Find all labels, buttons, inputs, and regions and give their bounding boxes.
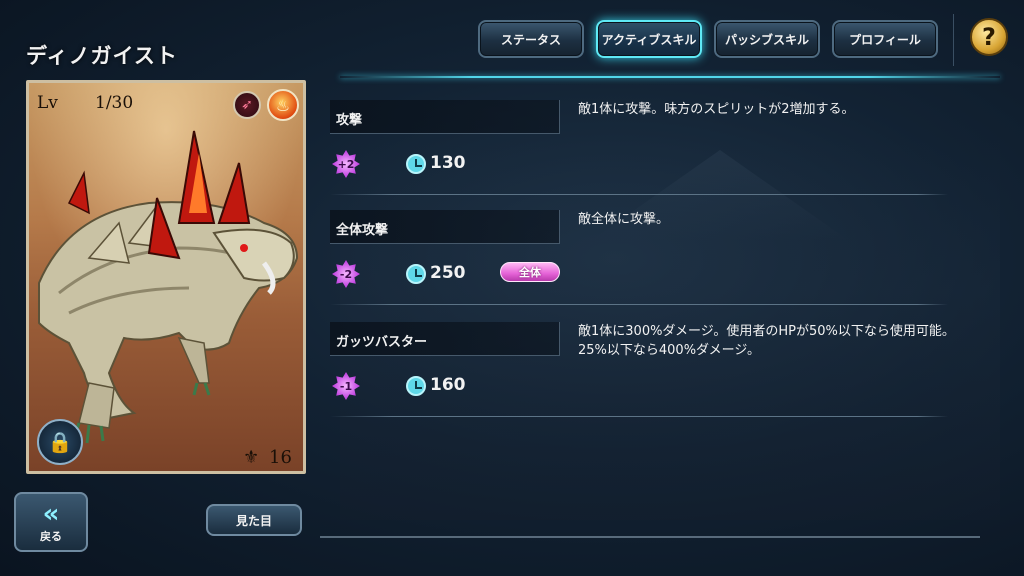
skill-row: 全体攻撃 -2 250 全体 敵全体に攻撃。 [330, 210, 950, 320]
skill-row: ガッツバスター -1 160 敵1体に300%ダメージ。使用者のHPが50%以下… [330, 322, 955, 432]
lock-button[interactable]: 🔒 [37, 419, 83, 465]
tab-active-skill[interactable]: アクティブスキル [596, 20, 702, 58]
clock-icon [406, 264, 426, 284]
skill-divider [330, 194, 948, 195]
fire-element-icon: ♨ [267, 89, 299, 121]
clock-icon [406, 376, 426, 396]
tab-status[interactable]: ステータス [478, 20, 584, 58]
level-label: Lv [37, 93, 58, 113]
fleur-icon: ⚜ [243, 447, 260, 468]
skill-description: 敵1体に300%ダメージ。使用者のHPが50%以下なら使用可能。25%以下なら4… [578, 324, 955, 358]
dinosaur-illustration [38, 130, 299, 444]
skill-row: 攻撃 +2 130 敵1体に攻撃。味方のスピリットが2増加する。 [330, 100, 950, 210]
spirit-gain-icon: +2 [332, 150, 360, 178]
bottom-divider [320, 536, 980, 538]
skill-name: 全体攻撃 [330, 210, 560, 244]
skill-name: 攻撃 [330, 100, 560, 134]
double-chevron-left-icon: « [42, 499, 60, 529]
header-divider [953, 14, 954, 66]
target-all-badge: 全体 [500, 262, 560, 282]
character-card: Lv 1/30 ➶ ♨ 🔒 ⚜ 16 [26, 80, 306, 474]
appearance-button[interactable]: 見た目 [206, 504, 302, 536]
back-label: 戻る [40, 530, 62, 543]
spirit-cost-icon: -1 [332, 372, 360, 400]
skill-name: ガッツバスター [330, 322, 560, 356]
clock-icon [406, 154, 426, 174]
level-value: 1/30 [95, 93, 134, 113]
back-button[interactable]: « 戻る [14, 492, 88, 552]
tab-profile[interactable]: プロフィール [832, 20, 938, 58]
skill-cost: 250 [430, 263, 466, 283]
spirit-cost-icon: -2 [332, 260, 360, 288]
skill-divider [330, 416, 948, 417]
lock-icon: 🔒 [47, 430, 73, 454]
skill-cost: 130 [430, 153, 466, 173]
skill-cost: 160 [430, 375, 466, 395]
question-icon: ? [982, 23, 996, 51]
dash-skill-icon: ➶ [233, 91, 261, 119]
glow-divider [340, 76, 1000, 78]
skill-divider [330, 304, 948, 305]
help-button[interactable]: ? [970, 18, 1008, 56]
skill-description: 敵全体に攻撃。 [578, 212, 670, 227]
character-name: ディノガイスト [26, 44, 178, 68]
skill-description: 敵1体に攻撃。味方のスピリットが2増加する。 [578, 102, 855, 117]
card-count-value: 16 [269, 447, 292, 468]
tab-passive-skill[interactable]: パッシブスキル [714, 20, 820, 58]
